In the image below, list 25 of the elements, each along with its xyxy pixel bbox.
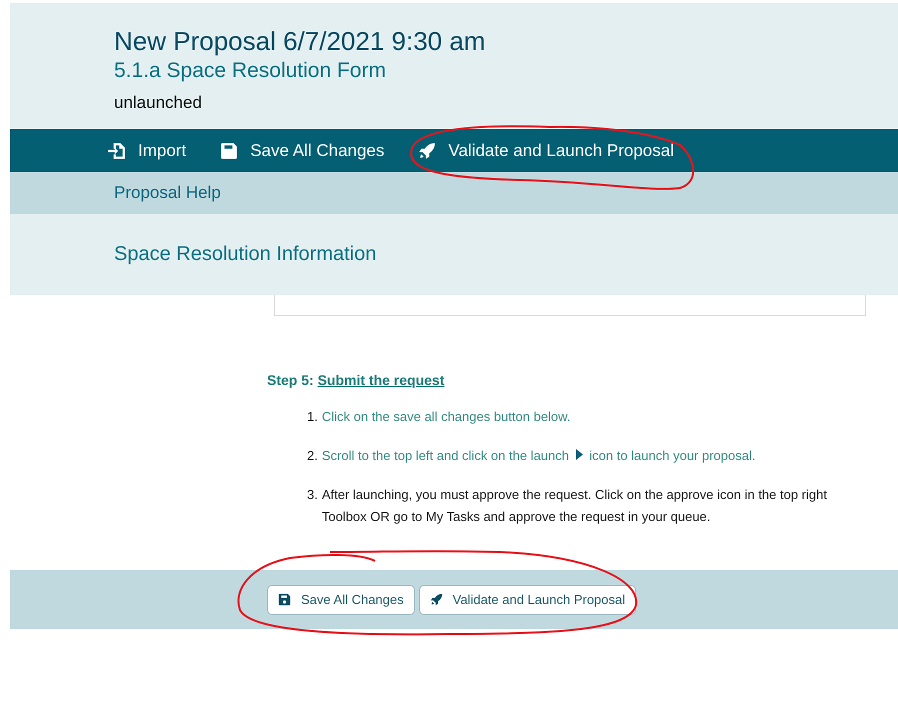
submit-request-link[interactable]: Submit the request	[318, 372, 444, 388]
rocket-icon	[418, 142, 436, 160]
instruction-text: Scroll to the top left and click on the launch	[322, 448, 569, 463]
instruction-text: icon to launch your proposal.	[589, 448, 756, 463]
save-button[interactable]: Save All Changes	[220, 140, 384, 160]
launch-button[interactable]: Validate and Launch Proposal	[418, 584, 636, 614]
rocket-icon	[430, 593, 443, 606]
form-subtitle: 5.1.a Space Resolution Form	[114, 58, 387, 84]
launch-button[interactable]: Validate and Launch Proposal	[418, 140, 674, 160]
save-button[interactable]: Save All Changes	[267, 584, 415, 614]
step-heading: Step 5: Submit the request	[267, 372, 446, 388]
proposal-title: New Proposal 6/7/2021 9:30 am	[114, 25, 486, 57]
section-title: Space Resolution Information	[114, 243, 376, 266]
status-text: unlaunched	[114, 93, 203, 113]
save-icon	[220, 142, 238, 160]
proposal-help-link[interactable]: Proposal Help	[114, 183, 221, 203]
instruction-text: After launching, you must approve the request. Click on the approve icon in the top right Toolbox OR go to My Tasks and approve the request in your queue.	[322, 487, 827, 524]
file-import-icon	[108, 142, 126, 160]
play-triangle-icon	[576, 449, 583, 460]
list-number: 3.	[307, 486, 318, 504]
list-number: 2.	[307, 447, 318, 465]
save-icon	[278, 593, 291, 606]
list-number: 1.	[307, 408, 318, 426]
import-button[interactable]: Import	[108, 140, 186, 160]
instruction-text: Click on the save all changes button below.	[322, 409, 570, 424]
